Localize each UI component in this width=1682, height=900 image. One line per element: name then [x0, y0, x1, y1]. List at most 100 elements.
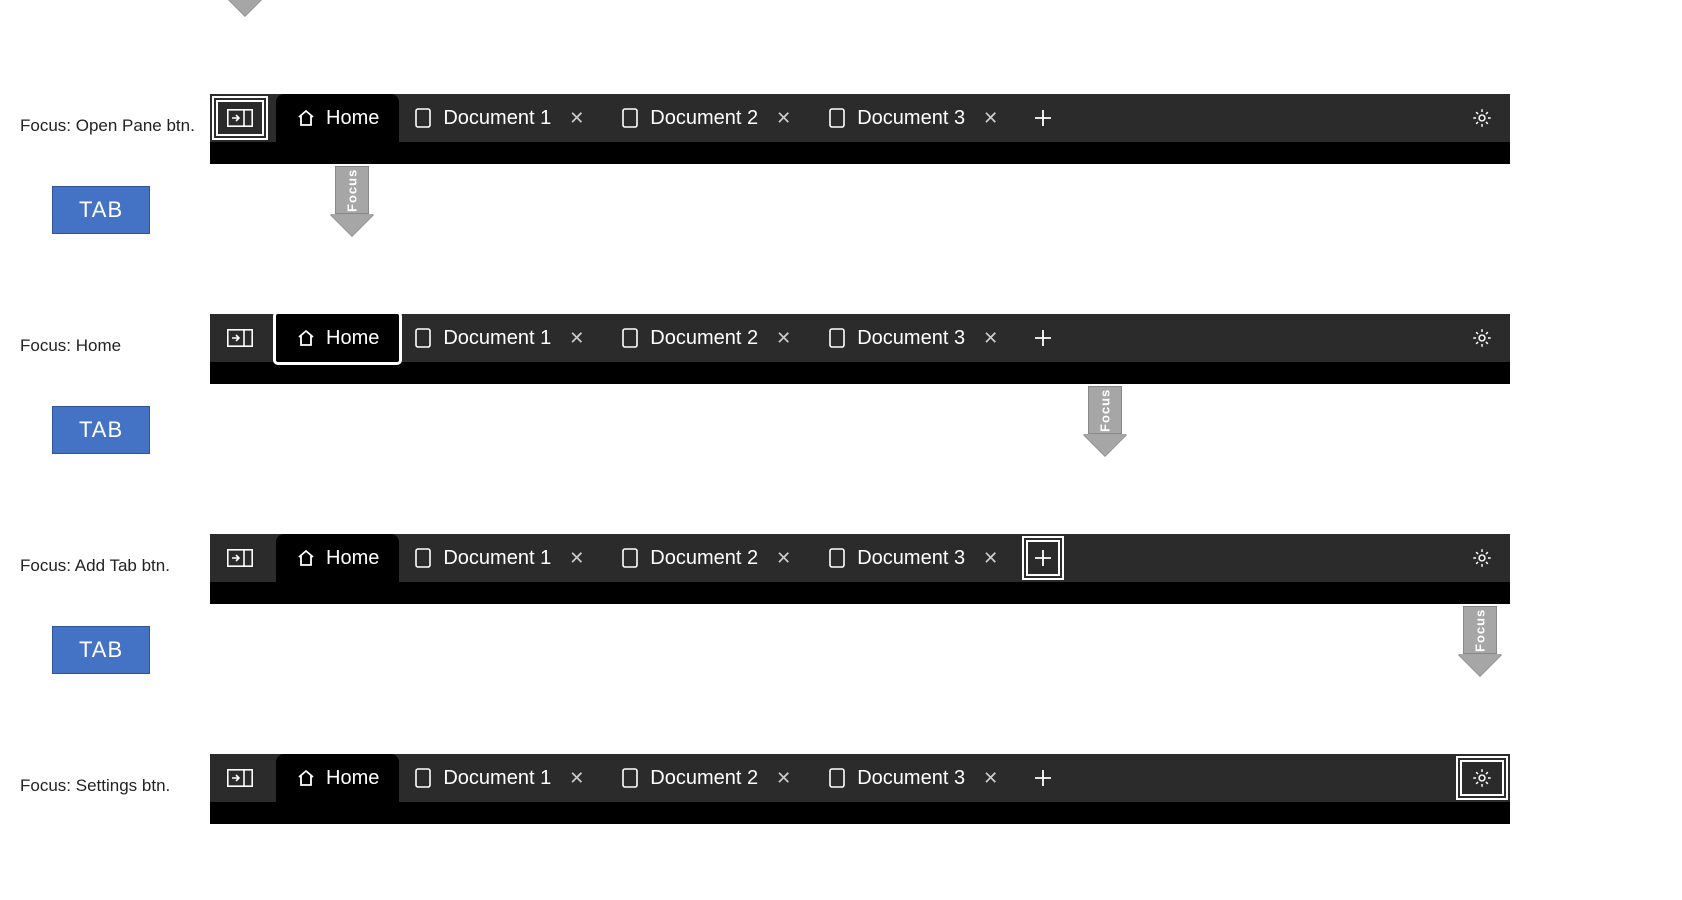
tab-home-label: Home — [326, 107, 379, 130]
open-pane-button[interactable] — [210, 314, 270, 362]
document-icon — [415, 768, 431, 788]
tab-key-row: TAB — [20, 626, 1662, 674]
add-icon — [1032, 547, 1054, 569]
settings-button[interactable] — [1454, 534, 1510, 582]
open-pane-icon — [227, 109, 253, 127]
add-tab-button[interactable] — [1020, 94, 1066, 142]
document-icon — [415, 328, 431, 348]
close-tab-button[interactable]: ✕ — [770, 328, 797, 349]
home-icon — [296, 768, 316, 788]
document-icon — [622, 328, 638, 348]
add-tab-button[interactable] — [1020, 754, 1066, 802]
home-icon — [296, 108, 316, 128]
open-pane-button[interactable] — [210, 94, 270, 142]
focus-arrow-head — [223, 0, 267, 16]
focus-arrow: Focus — [1460, 606, 1500, 676]
state-caption: Focus: Home — [20, 336, 210, 384]
tab-document-3[interactable]: Document 3 ✕ — [813, 534, 1020, 582]
tab-document-3[interactable]: Document 3 ✕ — [813, 94, 1020, 142]
tab-key-row: TAB — [20, 186, 1662, 234]
tab-bar: Home Document 1 ✕ Document 2 ✕ Document … — [210, 754, 1510, 824]
close-tab-button[interactable]: ✕ — [977, 768, 1004, 789]
close-icon: ✕ — [776, 768, 791, 789]
tab-home[interactable]: Home — [276, 534, 399, 582]
tab-label: Document 3 — [857, 767, 965, 790]
tab-document-1[interactable]: Document 1 ✕ — [399, 314, 606, 362]
close-icon: ✕ — [983, 768, 998, 789]
tab-key-badge: TAB — [52, 186, 150, 234]
tab-home[interactable]: Home — [276, 754, 399, 802]
tab-home-label: Home — [326, 767, 379, 790]
close-tab-button[interactable]: ✕ — [770, 108, 797, 129]
settings-button[interactable] — [1454, 94, 1510, 142]
close-tab-button[interactable]: ✕ — [563, 328, 590, 349]
close-icon: ✕ — [776, 548, 791, 569]
diagram-root: Focus: Open Pane btn. Focus Home — [0, 0, 1682, 882]
open-pane-icon — [227, 549, 253, 567]
gear-icon — [1471, 767, 1493, 789]
gear-icon — [1471, 547, 1493, 569]
state-stage: Focus Home Document 1 ✕ Docum — [210, 680, 1662, 824]
tab-document-1[interactable]: Document 1 ✕ — [399, 534, 606, 582]
close-tab-button[interactable]: ✕ — [977, 108, 1004, 129]
tab-document-1[interactable]: Document 1 ✕ — [399, 94, 606, 142]
tab-label: Document 3 — [857, 547, 965, 570]
close-tab-button[interactable]: ✕ — [563, 768, 590, 789]
open-pane-button[interactable] — [210, 534, 270, 582]
tab-home[interactable]: Home — [276, 314, 399, 362]
tab-home-label: Home — [326, 547, 379, 570]
tab-strip: Home Document 1 ✕ Document 2 ✕ Document … — [210, 754, 1510, 802]
state-row-1: Focus: Open Pane btn. Focus Home — [20, 20, 1662, 164]
tab-document-3[interactable]: Document 3 ✕ — [813, 754, 1020, 802]
tab-bar: Home Document 1 ✕ Document 2 ✕ Document … — [210, 534, 1510, 604]
tab-strip: Home Document 1 ✕ Document 2 ✕ Document … — [210, 534, 1510, 582]
tab-label: Document 1 — [443, 547, 551, 570]
focus-arrow: Focus — [332, 166, 372, 236]
open-pane-button[interactable] — [210, 754, 270, 802]
document-icon — [829, 768, 845, 788]
state-stage: Focus Home — [210, 20, 1662, 164]
close-icon: ✕ — [776, 108, 791, 129]
close-icon: ✕ — [569, 768, 584, 789]
add-icon — [1032, 327, 1054, 349]
focus-arrow-label: Focus — [335, 166, 369, 214]
focus-arrow-label: Focus — [1088, 386, 1122, 434]
add-tab-button[interactable] — [1020, 314, 1066, 362]
tab-document-2[interactable]: Document 2 ✕ — [606, 94, 813, 142]
settings-button[interactable] — [1454, 314, 1510, 362]
focus-arrow-head — [330, 214, 374, 236]
tab-document-2[interactable]: Document 2 ✕ — [606, 754, 813, 802]
close-tab-button[interactable]: ✕ — [770, 548, 797, 569]
open-pane-icon — [227, 329, 253, 347]
focus-arrow-label: Focus — [1463, 606, 1497, 654]
add-icon — [1032, 107, 1054, 129]
tab-key-badge: TAB — [52, 626, 150, 674]
focus-arrow: Focus — [225, 0, 265, 16]
document-icon — [415, 548, 431, 568]
tab-document-1[interactable]: Document 1 ✕ — [399, 754, 606, 802]
tab-document-3[interactable]: Document 3 ✕ — [813, 314, 1020, 362]
document-icon — [622, 108, 638, 128]
close-tab-button[interactable]: ✕ — [563, 548, 590, 569]
state-caption: Focus: Open Pane btn. — [20, 116, 210, 164]
gear-icon — [1471, 327, 1493, 349]
close-icon: ✕ — [569, 328, 584, 349]
state-caption: Focus: Settings btn. — [20, 776, 210, 824]
focus-arrow-head — [1458, 654, 1502, 676]
tab-document-2[interactable]: Document 2 ✕ — [606, 534, 813, 582]
settings-button[interactable] — [1454, 754, 1510, 802]
close-tab-button[interactable]: ✕ — [563, 108, 590, 129]
tab-strip: Home Document 1 ✕ Document 2 ✕ Document … — [210, 314, 1510, 362]
tab-home[interactable]: Home — [276, 94, 399, 142]
tab-key-badge: TAB — [52, 406, 150, 454]
close-tab-button[interactable]: ✕ — [977, 548, 1004, 569]
add-tab-button[interactable] — [1020, 534, 1066, 582]
state-row-2: Focus: Home Focus Home — [20, 240, 1662, 384]
tab-label: Document 2 — [650, 107, 758, 130]
focus-arrow: Focus — [1085, 386, 1125, 456]
tab-label: Document 1 — [443, 327, 551, 350]
close-tab-button[interactable]: ✕ — [770, 768, 797, 789]
close-tab-button[interactable]: ✕ — [977, 328, 1004, 349]
tab-document-2[interactable]: Document 2 ✕ — [606, 314, 813, 362]
tab-home-label: Home — [326, 327, 379, 350]
